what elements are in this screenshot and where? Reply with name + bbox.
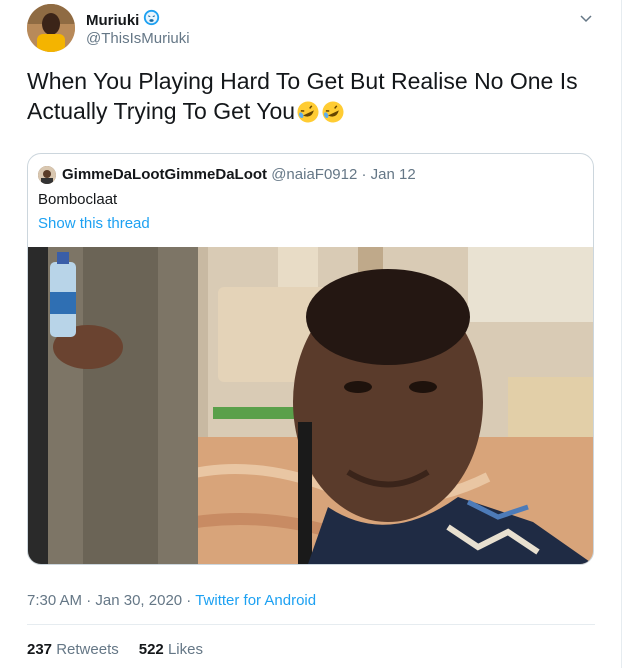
tweet-stats: 237 Retweets 522 Likes	[27, 641, 203, 658]
quoted-author-avatar	[38, 166, 56, 184]
quoted-tweet[interactable]: GimmeDaLootGimmeDaLoot @naiaF0912 · Jan …	[27, 153, 594, 565]
tweet-card: Muriuki @ThisIsMuriuki When You Playing …	[0, 0, 622, 668]
show-thread-link[interactable]: Show this thread	[38, 215, 150, 232]
timestamp-separator: ·	[82, 592, 96, 609]
quoted-header: GimmeDaLootGimmeDaLoot @naiaF0912 · Jan …	[62, 166, 416, 183]
author-avatar[interactable]	[27, 4, 75, 52]
author-handle[interactable]: @ThisIsMuriuki	[86, 30, 190, 47]
retweets-count: 237	[27, 641, 53, 658]
rolling-laughing-emoji-icon	[320, 98, 345, 124]
likes-count: 522	[138, 641, 164, 658]
chevron-down-icon[interactable]	[578, 10, 594, 26]
quoted-separator: ·	[357, 166, 371, 183]
quoted-text: Bomboclaat	[38, 191, 118, 208]
author-display-name[interactable]: Muriuki	[86, 12, 139, 29]
author-name-row: Muriuki	[86, 9, 160, 31]
likes-label: Likes	[167, 641, 203, 658]
rolling-laughing-emoji-icon	[295, 98, 320, 124]
tweet-timestamp: 7:30 AM · Jan 30, 2020 · Twitter for And…	[27, 592, 316, 609]
quoted-media-image[interactable]	[28, 247, 593, 564]
tweet-text: When You Playing Hard To Get But Realise…	[27, 66, 587, 126]
retweets-stat[interactable]: 237 Retweets	[27, 641, 119, 658]
timestamp-date[interactable]: Jan 30, 2020	[95, 592, 182, 609]
timestamp-separator: ·	[182, 592, 196, 609]
divider	[27, 624, 595, 625]
quoted-handle: @naiaF0912	[271, 166, 358, 183]
timestamp-time[interactable]: 7:30 AM	[27, 592, 82, 609]
likes-stat[interactable]: 522 Likes	[139, 641, 203, 658]
tweet-source-link[interactable]: Twitter for Android	[195, 592, 316, 609]
quoted-date: Jan 12	[370, 166, 416, 183]
retweets-label: Retweets	[56, 641, 119, 658]
quoted-display-name: GimmeDaLootGimmeDaLoot	[62, 166, 268, 183]
weary-face-icon	[143, 9, 160, 31]
